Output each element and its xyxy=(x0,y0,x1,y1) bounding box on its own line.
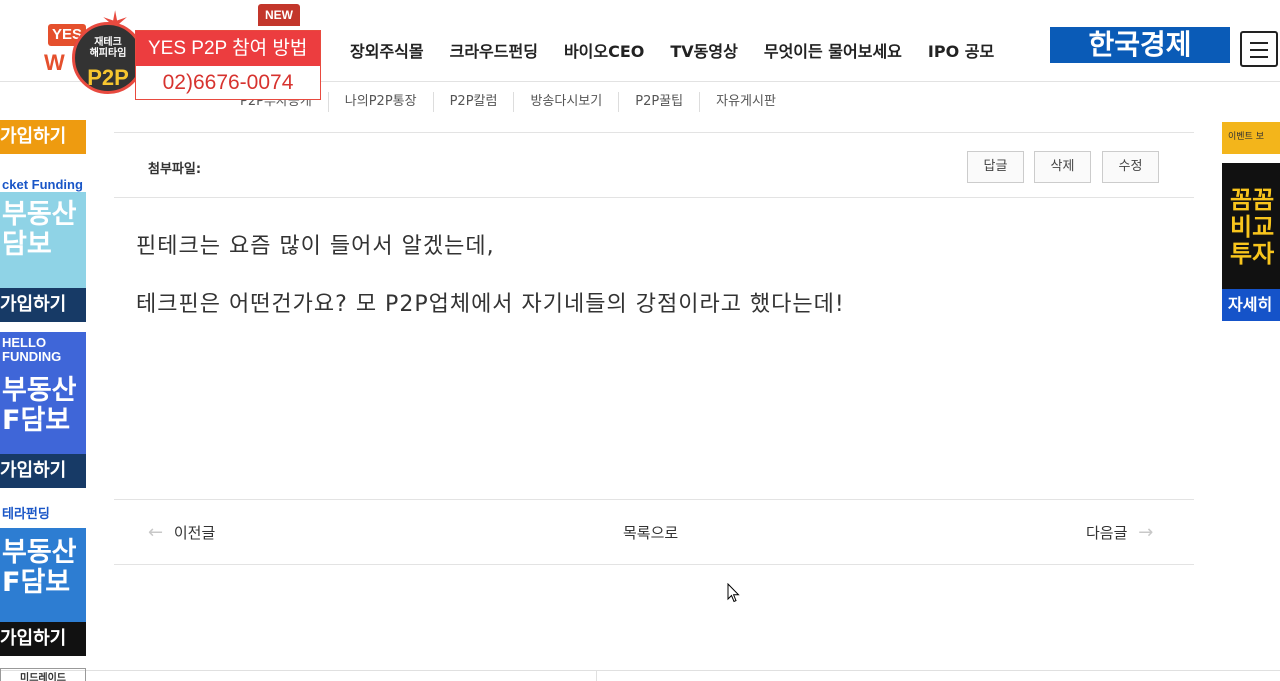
right-ad-event[interactable]: 이벤트 보 xyxy=(1222,122,1280,154)
promo-title: YES P2P 참여 방법 xyxy=(136,31,320,66)
ad-brand: HELLO FUNDING xyxy=(0,332,86,366)
main-nav: 장외주식몰 크라우드펀딩 바이오CEO TV동영상 무엇이든 물어보세요 IPO… xyxy=(350,40,1020,64)
divider xyxy=(114,132,1194,133)
hankyung-logo[interactable]: 한국경제 xyxy=(1050,27,1230,63)
ad-cta[interactable]: 가입하기 xyxy=(0,288,86,322)
promo-info-box[interactable]: YES P2P 참여 방법 02)6676-0074 xyxy=(135,30,321,100)
left-ad-banner-partial[interactable]: 미드레이드 xyxy=(0,668,86,681)
promo-phone: 02)6676-0074 xyxy=(162,71,294,94)
next-post-label: 다음글 xyxy=(1086,524,1128,542)
menu-bar-icon xyxy=(1250,56,1268,58)
nav-item-bio-ceo[interactable]: 바이오CEO xyxy=(564,40,644,64)
menu-bar-icon xyxy=(1250,42,1268,44)
badge-p2p-text: P2P xyxy=(87,65,129,90)
divider xyxy=(114,564,1194,565)
w-logo-mark: W xyxy=(44,50,65,75)
arrow-right-icon: → xyxy=(1138,522,1154,543)
hamburger-menu-button[interactable] xyxy=(1240,31,1278,67)
post-body-line: 테크핀은 어떤건가요? 모 P2P업체에서 자기네들의 강점이라고 했다는데! xyxy=(136,292,845,317)
prev-post-link[interactable]: ← 이전글 xyxy=(148,522,215,544)
subnav-item-my-p2p-account[interactable]: 나의P2P통장 xyxy=(327,92,433,112)
nav-item-ask-anything[interactable]: 무엇이든 물어보세요 xyxy=(764,40,902,64)
delete-button[interactable]: 삭제 xyxy=(1034,151,1091,183)
mouse-cursor-icon xyxy=(727,583,740,603)
ad-brand: 테라펀딩 xyxy=(0,500,86,528)
nav-item-ipo[interactable]: IPO 공모 xyxy=(928,40,994,64)
divider xyxy=(114,197,1194,198)
left-ad-banner[interactable]: 테라펀딩 부동산 F담보 가입하기 xyxy=(0,500,86,656)
left-ad-column: 가입하기 cket Funding 부동산 담보 가입하기 HELLO FUND… xyxy=(0,118,86,681)
p2p-badge: 재테크 해피타임 P2P xyxy=(72,22,144,94)
back-to-list-link[interactable]: 목록으로 xyxy=(623,522,678,544)
prev-post-label: 이전글 xyxy=(173,524,216,542)
ad-cta[interactable]: 가입하기 xyxy=(0,454,86,488)
list-label: 목록으로 xyxy=(623,524,679,542)
edit-button[interactable]: 수정 xyxy=(1102,151,1159,183)
new-badge: NEW xyxy=(258,4,300,26)
footer-divider xyxy=(0,670,1280,671)
footer-column-divider xyxy=(596,671,597,681)
left-ad-banner[interactable]: cket Funding 부동산 담보 가입하기 xyxy=(0,164,86,322)
menu-bar-icon xyxy=(1250,49,1268,51)
left-ad-banner[interactable]: HELLO FUNDING 부동산 F담보 가입하기 xyxy=(0,332,86,488)
nav-item-tv-video[interactable]: TV동영상 xyxy=(670,40,737,64)
ad-body: 부동산 F담보 xyxy=(2,375,77,436)
left-ad-banner[interactable]: 가입하기 xyxy=(0,118,86,154)
subnav-item-free-board[interactable]: 자유게시판 xyxy=(699,92,792,112)
subnav-item-p2p-tips[interactable]: P2P꿀팁 xyxy=(618,92,699,112)
right-ad-event-text: 이벤트 보 xyxy=(1228,132,1264,142)
subnav-item-p2p-column[interactable]: P2P칼럼 xyxy=(432,92,514,112)
right-ad-banner[interactable]: 꼼꼼 비교 투자 자세히 xyxy=(1222,163,1280,321)
ad-cta[interactable]: 가입하기 xyxy=(0,120,86,154)
divider xyxy=(114,499,1194,500)
nav-item-otc-stock[interactable]: 장외주식몰 xyxy=(350,40,424,64)
next-post-link[interactable]: 다음글 → xyxy=(1086,522,1153,544)
post-view: 첨부파일: 답글 삭제 수정 핀테크는 요즘 많이 들어서 알겠는데, 테크핀은… xyxy=(114,132,1194,572)
arrow-left-icon: ← xyxy=(148,522,164,543)
ad-body: 부동산 담보 xyxy=(2,199,77,260)
attachment-label: 첨부파일: xyxy=(148,162,202,177)
right-ad-cta[interactable]: 자세히 xyxy=(1222,289,1280,321)
p2p-promo-banner[interactable]: YES W ✶ 재테크 해피타임 P2P YES P2P 참여 방법 02)66… xyxy=(40,4,325,104)
post-body-line: 핀테크는 요즘 많이 들어서 알겠는데, xyxy=(136,234,495,259)
right-ad-headline: 꼼꼼 비교 투자 xyxy=(1230,186,1275,268)
nav-item-crowdfunding[interactable]: 크라우드펀딩 xyxy=(450,40,538,64)
site-header: YES W ✶ 재테크 해피타임 P2P YES P2P 참여 방법 02)66… xyxy=(0,0,1280,100)
badge-caption: 재테크 해피타임 xyxy=(89,37,127,59)
ad-brand: cket Funding xyxy=(0,164,86,192)
ad-cta[interactable]: 가입하기 xyxy=(0,622,86,656)
reply-button[interactable]: 답글 xyxy=(967,151,1024,183)
ad-body: 부동산 F담보 xyxy=(2,537,77,598)
subnav-item-replay[interactable]: 방송다시보기 xyxy=(513,92,618,112)
